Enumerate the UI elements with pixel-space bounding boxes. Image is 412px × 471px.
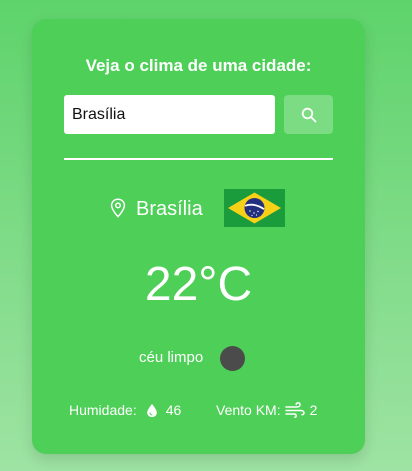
humidity-value: 46 xyxy=(165,402,182,418)
location-row: Brasília xyxy=(32,189,365,227)
humidity-info: Humidade: 46 xyxy=(69,401,181,419)
weather-card: Veja o clima de uma cidade: Brasília Bra… xyxy=(32,19,365,454)
weather-description: céu limpo xyxy=(139,349,204,366)
page-title: Veja o clima de uma cidade: xyxy=(85,56,312,75)
brazil-flag-icon xyxy=(224,189,285,227)
wind-info: Vento KM: 2 xyxy=(216,401,317,419)
humidity-label: Humidade: xyxy=(69,402,137,418)
search-form xyxy=(64,95,333,134)
weather-condition-icon xyxy=(220,346,245,371)
weather-description-row: céu limpo xyxy=(32,346,365,372)
city-search-input[interactable] xyxy=(64,95,275,134)
wind-icon xyxy=(284,402,305,418)
city-name: Brasília xyxy=(136,198,203,220)
divider xyxy=(64,158,333,160)
temperature: 22°C xyxy=(144,258,253,311)
search-icon xyxy=(301,107,316,122)
wind-value: 2 xyxy=(309,402,318,418)
wind-label: Vento KM: xyxy=(216,402,281,418)
water-drop-icon xyxy=(146,403,157,417)
search-button[interactable] xyxy=(284,95,333,134)
map-pin-icon xyxy=(110,198,126,218)
weather-details: Humidade: 46 Vento KM: 2 xyxy=(69,401,339,421)
